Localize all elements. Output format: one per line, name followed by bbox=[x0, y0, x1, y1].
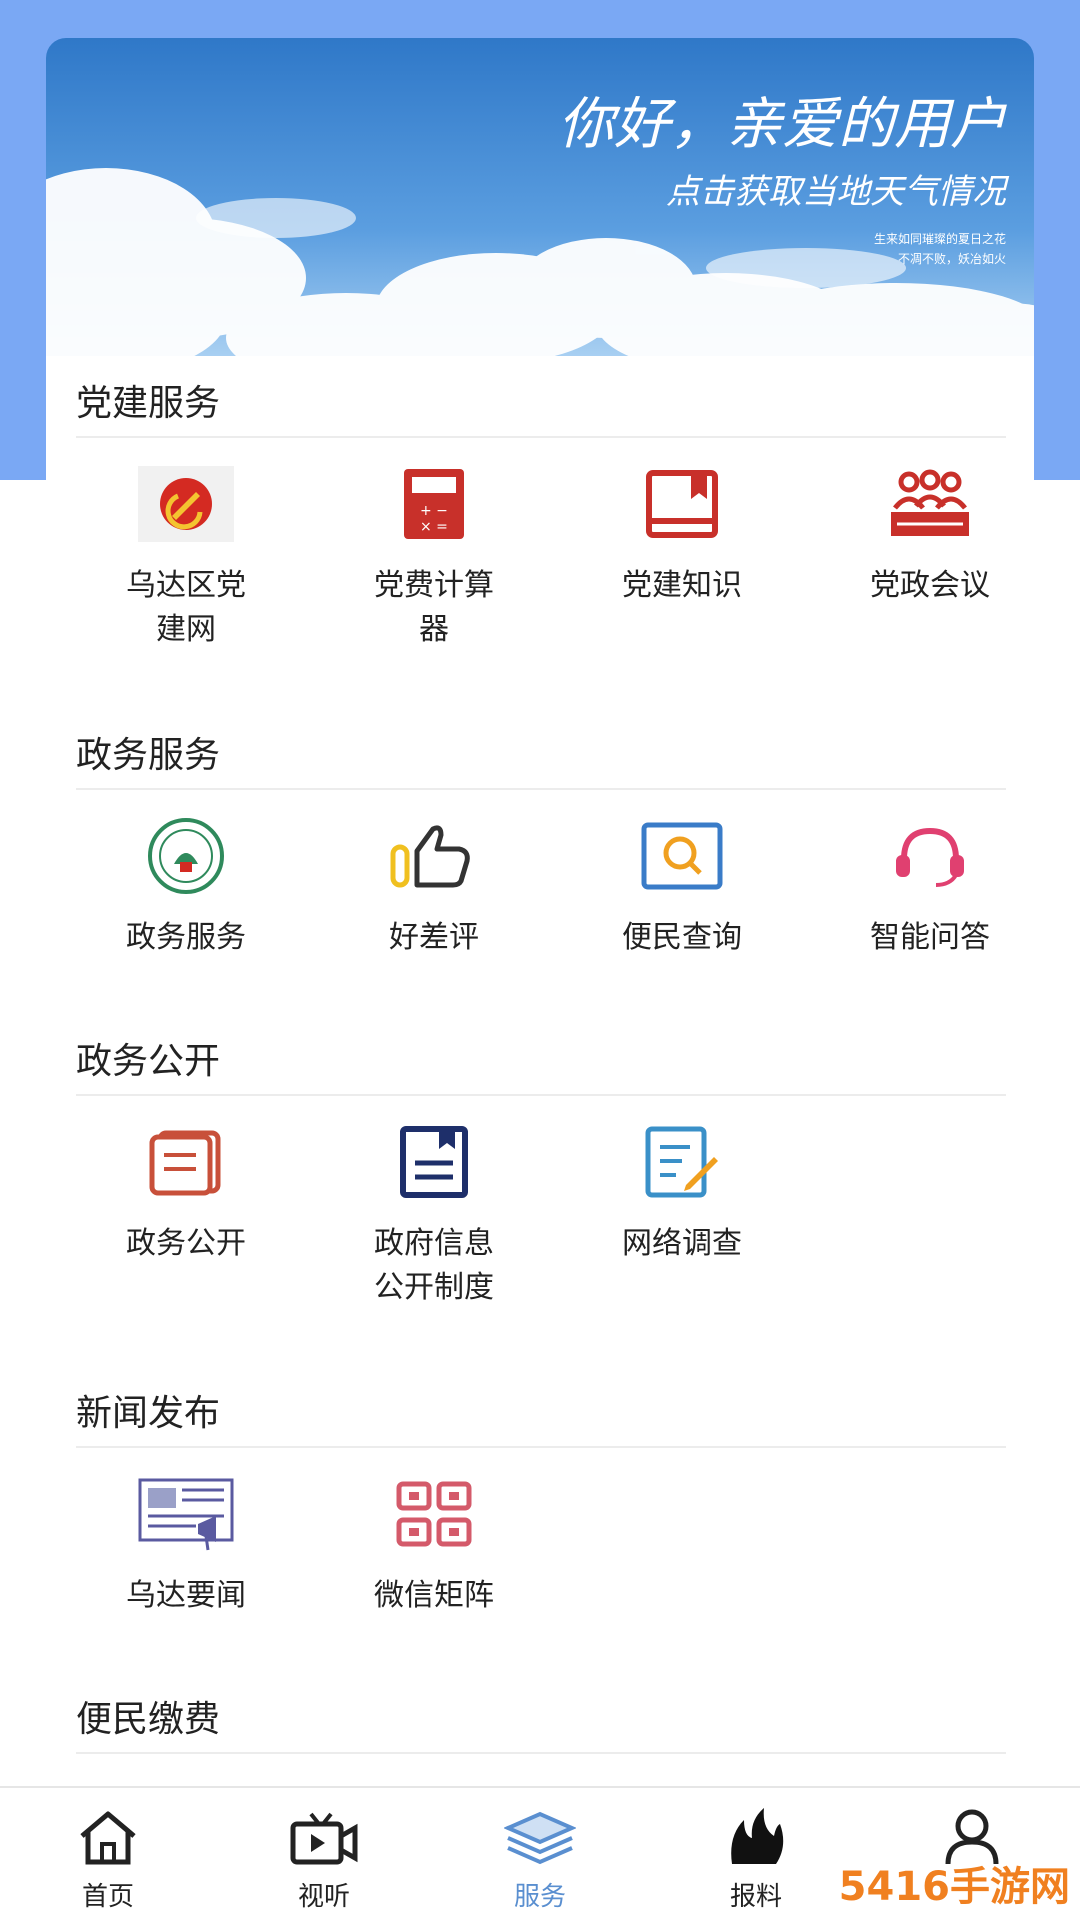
service-item-online-survey[interactable]: 网络调查 bbox=[572, 1122, 792, 1266]
meeting-icon bbox=[880, 464, 980, 544]
service-item-label: 政务公开 bbox=[126, 1226, 246, 1261]
service-item-label: 党政会议 bbox=[870, 568, 990, 603]
bottom-tab-bar: 首页 视听 服务 报料 5416手游网 bbox=[0, 1786, 1080, 1920]
thumbs-up-icon bbox=[384, 816, 484, 896]
banner-small-line-2: 不凋不败，妖冶如火 bbox=[898, 251, 1006, 266]
section-title: 党建服务 bbox=[76, 383, 221, 424]
video-icon bbox=[216, 1788, 432, 1866]
service-item-label: 乌达区党建网 bbox=[126, 568, 246, 647]
watermark: 5416手游网 bbox=[838, 1864, 1070, 1910]
fire-icon bbox=[648, 1788, 864, 1866]
tab-label: 服务 bbox=[513, 1882, 566, 1912]
service-item-label: 党费计算器 bbox=[374, 568, 494, 647]
tab-services[interactable]: 服务 bbox=[432, 1788, 648, 1920]
party-emblem-icon bbox=[136, 464, 236, 544]
banner-image: 你好，亲爱的用户 点击获取当地天气情况 生来如同璀璨的夏日之花 不凋不败，妖冶如… bbox=[46, 38, 1034, 358]
service-item-party-fee-calculator[interactable]: + − × = 党费计算器 bbox=[324, 464, 544, 652]
svg-text:× =: × = bbox=[420, 519, 448, 535]
tab-label: 报料 bbox=[729, 1882, 782, 1912]
section-party-services: 党建服务 乌达区党建网 + − × = 党费计算器 党建知识 党政会议 bbox=[76, 372, 1006, 658]
service-item-label: 党建知识 bbox=[622, 568, 742, 603]
banner-headline: 你好，亲爱的用户 bbox=[558, 92, 1007, 157]
layers-icon bbox=[432, 1788, 648, 1866]
survey-edit-icon bbox=[632, 1122, 732, 1202]
section-convenience-payment: 便民缴费 bbox=[76, 1688, 1006, 1754]
service-item-gov-disclosure[interactable]: 政务公开 bbox=[76, 1122, 296, 1266]
service-item-label: 微信矩阵 bbox=[374, 1578, 494, 1613]
service-item-smart-qa[interactable]: 智能问答 bbox=[820, 816, 1040, 960]
home-icon bbox=[0, 1788, 216, 1866]
service-item-wuda-news[interactable]: 乌达要闻 bbox=[76, 1474, 296, 1618]
tab-report[interactable]: 报料 bbox=[648, 1788, 864, 1920]
service-item-label: 政务服务 bbox=[126, 920, 246, 955]
book-icon bbox=[632, 464, 732, 544]
service-item-party-knowledge[interactable]: 党建知识 bbox=[572, 464, 792, 608]
grid-icon bbox=[384, 1474, 484, 1554]
section-gov-disclosure: 政务公开 政务公开 政府信息公开制度 网络调查 bbox=[76, 1030, 1006, 1316]
tab-label: 视听 bbox=[297, 1882, 350, 1912]
service-item-label: 好差评 bbox=[389, 920, 479, 955]
service-item-rating[interactable]: 好差评 bbox=[324, 816, 544, 960]
newspaper-icon bbox=[136, 1474, 236, 1554]
headset-icon bbox=[880, 816, 980, 896]
calculator-icon: + − × = bbox=[384, 464, 484, 544]
service-item-udaqu-party-web[interactable]: 乌达区党建网 bbox=[76, 464, 296, 652]
service-item-wechat-matrix[interactable]: 微信矩阵 bbox=[324, 1474, 544, 1618]
service-item-label: 便民查询 bbox=[622, 920, 742, 955]
service-item-label: 乌达要闻 bbox=[126, 1578, 246, 1613]
section-news-release: 新闻发布 乌达要闻 微信矩阵 bbox=[76, 1382, 1006, 1668]
tab-home[interactable]: 首页 bbox=[0, 1788, 216, 1920]
service-item-label: 智能问答 bbox=[870, 920, 990, 955]
service-item-label: 政府信息公开制度 bbox=[374, 1226, 494, 1305]
section-title: 便民缴费 bbox=[76, 1699, 221, 1740]
banner-small-line-1: 生来如同璀璨的夏日之花 bbox=[874, 231, 1006, 246]
banner-subline: 点击获取当地天气情况 bbox=[666, 172, 1010, 212]
weather-banner[interactable]: 你好，亲爱的用户 点击获取当地天气情况 生来如同璀璨的夏日之花 不凋不败，妖冶如… bbox=[46, 38, 1034, 358]
svg-text:+ −: + − bbox=[420, 503, 448, 519]
document-stack-icon bbox=[136, 1122, 236, 1202]
service-item-gov-service[interactable]: 政务服务 bbox=[76, 816, 296, 960]
tab-label: 首页 bbox=[81, 1882, 134, 1912]
gov-seal-icon bbox=[136, 816, 236, 896]
service-item-convenience-query[interactable]: 便民查询 bbox=[572, 816, 792, 960]
service-item-info-disclosure-policy[interactable]: 政府信息公开制度 bbox=[324, 1122, 544, 1310]
section-title: 政务服务 bbox=[76, 735, 221, 776]
app-screen: 你好，亲爱的用户 点击获取当地天气情况 生来如同璀璨的夏日之花 不凋不败，妖冶如… bbox=[0, 0, 1080, 1920]
section-divider bbox=[76, 1752, 1006, 1754]
document-icon bbox=[384, 1122, 484, 1202]
search-icon bbox=[632, 816, 732, 896]
tab-audio-video[interactable]: 视听 bbox=[216, 1788, 432, 1920]
service-item-label: 网络调查 bbox=[622, 1226, 742, 1261]
section-title: 新闻发布 bbox=[76, 1393, 221, 1434]
service-item-party-meeting[interactable]: 党政会议 bbox=[820, 464, 1040, 608]
section-title: 政务公开 bbox=[76, 1041, 221, 1082]
section-gov-services: 政务服务 政务服务 好差评 便民查询 智能问答 bbox=[76, 724, 1006, 1010]
